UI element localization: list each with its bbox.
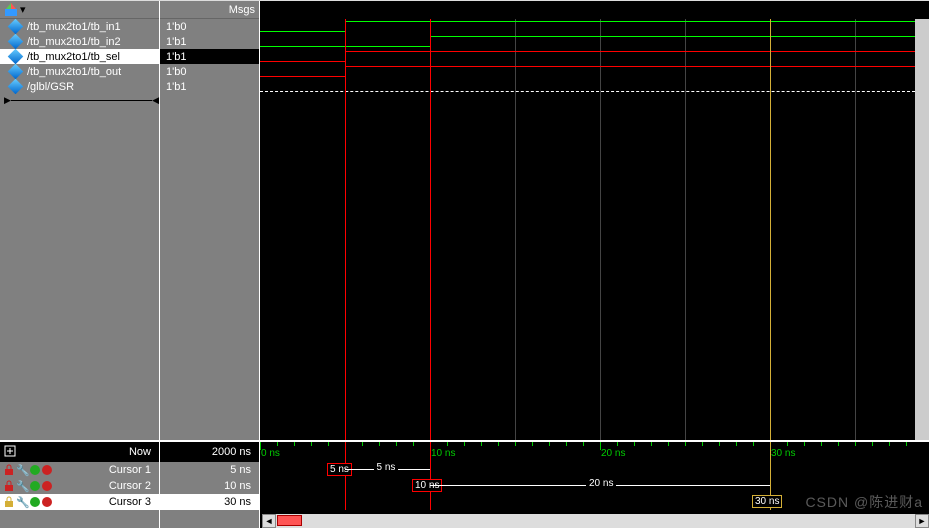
signal-icon [8,19,24,34]
signal-name: /tb_mux2to1/tb_in2 [27,36,121,48]
signal-row-4[interactable]: /glbl/GSR [0,79,159,94]
wave-seg [345,51,920,52]
signal-icon [8,34,24,49]
cursor-line-1[interactable] [345,19,346,441]
scroll-track[interactable] [276,514,915,528]
now-value-cell: 2000 ns [160,442,259,462]
cursor-box-3[interactable]: 30 ns [752,495,782,508]
signal-value-4: 1'b1 [160,79,259,94]
remove-icon[interactable] [42,465,52,475]
wave-seg [260,76,345,77]
scroll-thumb[interactable] [277,515,302,526]
signal-icon [8,64,24,79]
ruler-cursor-2[interactable] [430,442,431,462]
signal-name: /tb_mux2to1/tb_sel [27,51,120,63]
app-icon [4,3,18,17]
ruler-label: 10 ns [431,448,455,459]
lock-icon[interactable] [4,496,14,508]
cursor-name-row-1[interactable]: 🔧 Cursor 1 [0,462,159,478]
dropdown-arrow-icon[interactable]: ▾ [20,3,26,16]
remove-icon[interactable] [42,497,52,507]
wave-header [260,1,929,19]
expand-handle[interactable]: ▶◀ [0,94,159,106]
grid-line [855,19,856,441]
signal-icon [8,49,24,64]
add-icon[interactable] [30,481,40,491]
wave-4 [260,91,915,92]
signal-value-0: 1'b0 [160,19,259,34]
values-header: Msgs [160,1,259,19]
cursor-value-row-2: 10 ns [160,478,259,494]
cursor-line-3[interactable] [770,19,771,441]
wrench-icon[interactable]: 🔧 [16,496,28,508]
horizontal-scrollbar[interactable]: ◄ ► [262,514,929,528]
waveform-area[interactable] [260,19,929,441]
lock-icon[interactable] [4,480,14,492]
cursor-name-row-3[interactable]: 🔧 Cursor 3 [0,494,159,510]
cursor-line-2[interactable] [430,19,431,441]
names-header[interactable]: ▾ [0,1,159,19]
grid-line [600,19,601,441]
wrench-icon[interactable]: 🔧 [16,480,28,492]
scroll-right-button[interactable]: ► [915,514,929,528]
signal-name: /tb_mux2to1/tb_out [27,66,121,78]
cursor-measure-row-1: 5 ns5 ns [260,462,929,478]
cursor-measure-row-3: 30 ns [260,494,929,510]
cursor-label: Cursor 1 [109,464,151,476]
ruler-cursor-1[interactable] [345,442,346,462]
add-icon[interactable] [30,497,40,507]
ruler-label: 30 ns [771,448,795,459]
signal-row-3[interactable]: /tb_mux2to1/tb_out [0,64,159,79]
ruler-cursor-3[interactable] [770,442,771,462]
cursor-value-row-3: 30 ns [160,494,259,510]
cursor-delta-label: 5 ns [374,462,399,473]
wave-seg [260,31,345,32]
cursor-measure-row-2: 10 ns20 ns [260,478,929,494]
signal-row-0[interactable]: /tb_mux2to1/tb_in1 [0,19,159,34]
signal-row-2[interactable]: /tb_mux2to1/tb_sel [0,49,159,64]
lock-icon[interactable] [4,464,14,476]
vertical-scrollbar[interactable] [915,19,929,441]
signal-value-2: 1'b1 [160,49,259,64]
wrench-icon[interactable]: 🔧 [16,464,28,476]
wave-seg [430,36,920,37]
time-ruler[interactable]: 0 ns 10 ns 20 ns 30 ns [260,442,929,462]
add-icon[interactable] [30,465,40,475]
ruler-label: 0 ns [261,448,280,459]
cursor-delta-label: 20 ns [586,478,616,489]
now-label-cell: Now [0,442,159,462]
wave-seg [345,66,920,67]
signal-values-panel[interactable]: Msgs 1'b01'b11'b11'b01'b1 [160,1,260,441]
signal-names-panel[interactable]: ▾ /tb_mux2to1/tb_in1/tb_mux2to1/tb_in2/t… [0,1,160,441]
now-label: Now [129,446,151,458]
signal-row-1[interactable]: /tb_mux2to1/tb_in2 [0,34,159,49]
signal-value-3: 1'b0 [160,64,259,79]
scroll-left-button[interactable]: ◄ [262,514,276,528]
signal-value-1: 1'b1 [160,34,259,49]
cursor-label: Cursor 2 [109,480,151,492]
signal-name: /tb_mux2to1/tb_in1 [27,21,121,33]
remove-icon[interactable] [42,481,52,491]
now-value: 2000 ns [212,446,251,458]
cursor-value-row-1: 5 ns [160,462,259,478]
wave-seg [345,21,920,22]
grid-line [515,19,516,441]
signal-name: /glbl/GSR [27,81,74,93]
toggle-leaf-icon[interactable] [4,445,16,460]
grid-line [685,19,686,441]
cursor-name-row-2[interactable]: 🔧 Cursor 2 [0,478,159,494]
msgs-label: Msgs [229,4,255,16]
signal-icon [8,79,24,94]
cursor-label: Cursor 3 [109,496,151,508]
wave-seg [260,61,345,62]
waveform-panel[interactable] [260,1,929,441]
ruler-label: 20 ns [601,448,625,459]
